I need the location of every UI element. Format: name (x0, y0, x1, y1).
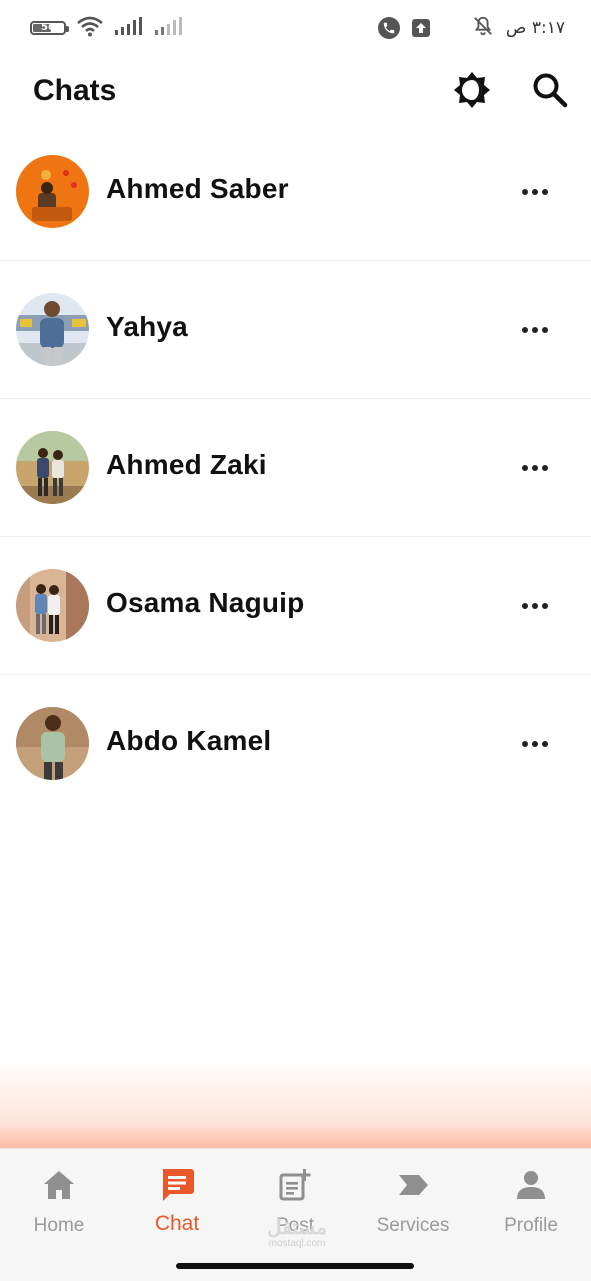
home-icon (39, 1165, 79, 1205)
theme-toggle-icon (452, 70, 492, 114)
upload-icon (411, 19, 430, 37)
nav-label: Chat (154, 1212, 200, 1235)
watermark-latin: mostaql.com (268, 1238, 326, 1249)
more-dot (542, 189, 548, 195)
profile-icon (511, 1165, 551, 1205)
signal-weak-icon (154, 16, 184, 40)
more-options-button[interactable] (512, 315, 558, 345)
avatar (16, 707, 89, 780)
bottom-fade (0, 1060, 591, 1150)
status-left: 56 (30, 15, 184, 41)
avatar (16, 431, 89, 504)
signal-icon (114, 16, 144, 40)
wifi-icon (76, 15, 104, 41)
more-options-button[interactable] (512, 729, 558, 759)
avatar (16, 569, 89, 642)
more-dot (522, 189, 528, 195)
nav-label: Services (376, 1215, 450, 1236)
nav-home[interactable]: Home (0, 1149, 118, 1259)
more-dot (522, 327, 528, 333)
nav-services[interactable]: Services (354, 1149, 472, 1259)
battery-level: 56 (41, 22, 55, 33)
nav-label: Home (33, 1215, 85, 1236)
chat-row-osama-naguip[interactable]: Osama Naguip (0, 537, 591, 675)
contact-name: Ahmed Zaki (106, 449, 267, 480)
more-options-button[interactable] (512, 591, 558, 621)
more-dot (532, 741, 538, 747)
app-header: Chats (0, 56, 591, 132)
chat-list: Ahmed Saber Yahya Ahmed Zaki Osama Nagui… (0, 123, 591, 813)
status-time: ٣:١٧ ص (505, 18, 565, 38)
chat-row-abdo-kamel[interactable]: Abdo Kamel (0, 675, 591, 813)
contact-name: Ahmed Saber (106, 173, 289, 204)
more-options-button[interactable] (512, 453, 558, 483)
more-options-button[interactable] (512, 177, 558, 207)
nav-chat[interactable]: Chat (118, 1149, 236, 1259)
contact-name: Osama Naguip (106, 587, 305, 618)
theme-toggle-button[interactable] (450, 70, 494, 114)
watermark: مستقل mostaql.com (258, 1218, 336, 1249)
contact-name: Yahya (106, 311, 188, 342)
more-dot (542, 741, 548, 747)
chat-icon (157, 1165, 197, 1205)
status-bar: 56 ٣:١٧ ص (0, 0, 591, 56)
avatar (16, 293, 89, 366)
chat-row-yahya[interactable]: Yahya (0, 261, 591, 399)
services-icon (393, 1165, 433, 1205)
search-icon (530, 70, 570, 114)
more-dot (522, 465, 528, 471)
post-add-icon (275, 1165, 315, 1205)
more-dot (542, 603, 548, 609)
status-right: ٣:١٧ ص (377, 14, 565, 42)
more-dot (532, 603, 538, 609)
battery-icon: 56 (30, 21, 69, 35)
watermark-arabic: مستقل (267, 1217, 327, 1239)
contact-name: Abdo Kamel (106, 725, 272, 756)
more-dot (542, 465, 548, 471)
chat-row-ahmed-saber[interactable]: Ahmed Saber (0, 123, 591, 261)
more-dot (542, 327, 548, 333)
more-dot (532, 189, 538, 195)
more-dot (532, 327, 538, 333)
home-indicator[interactable] (176, 1263, 414, 1269)
mute-icon (472, 15, 494, 41)
call-icon (377, 17, 400, 39)
page-title: Chats (33, 74, 117, 107)
more-dot (532, 465, 538, 471)
more-dot (522, 741, 528, 747)
nav-profile[interactable]: Profile (472, 1149, 590, 1259)
avatar (16, 155, 89, 228)
bottom-nav: Home Chat Post Services Profile (0, 1148, 591, 1281)
chat-row-ahmed-zaki[interactable]: Ahmed Zaki (0, 399, 591, 537)
nav-label: Profile (504, 1215, 558, 1236)
more-dot (522, 603, 528, 609)
search-button[interactable] (528, 70, 572, 114)
